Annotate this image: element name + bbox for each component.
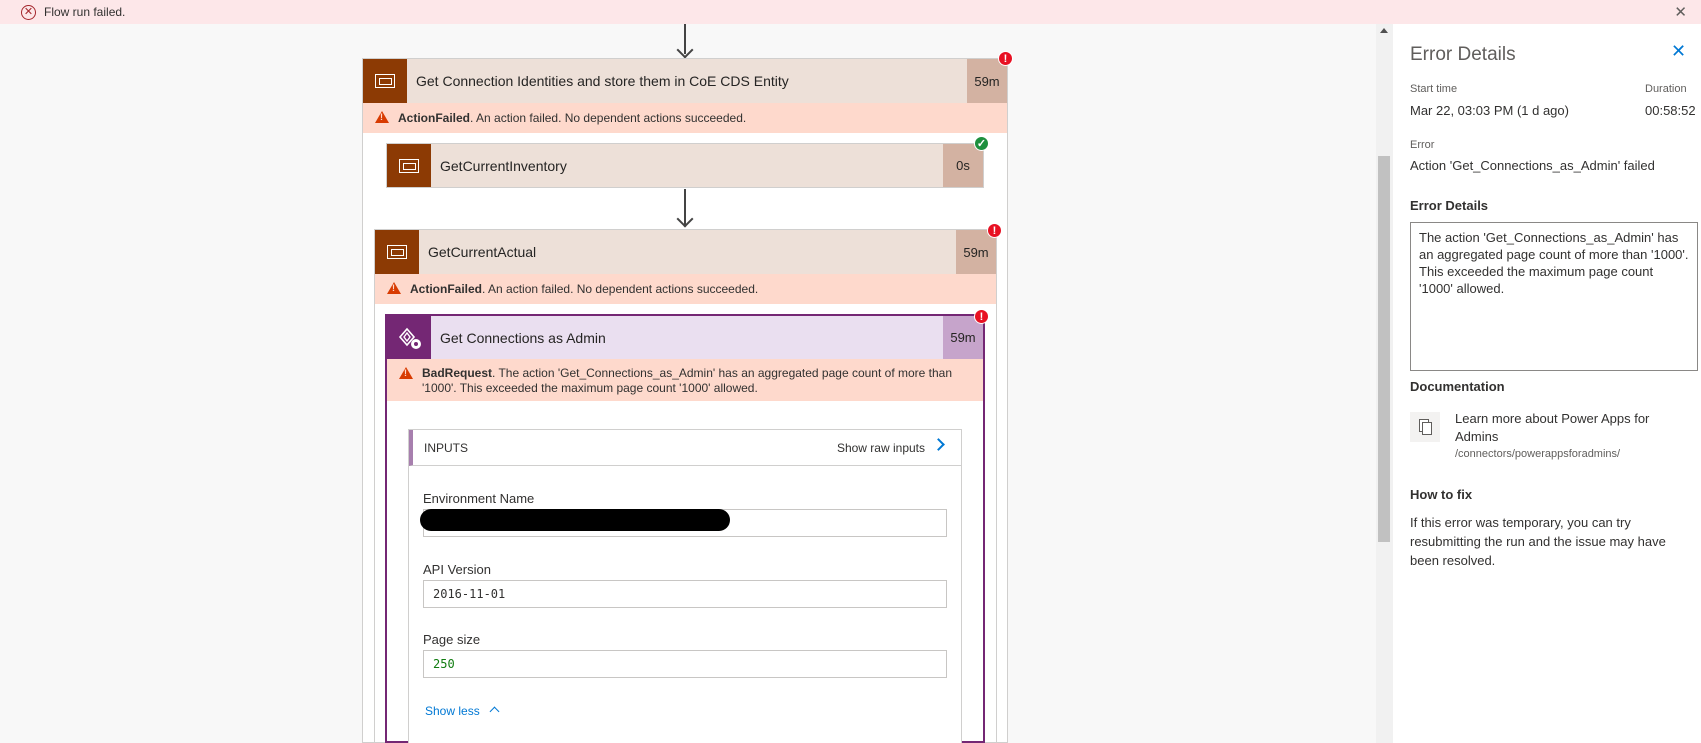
powerapps-admin-icon: [387, 316, 431, 359]
show-less-link[interactable]: Show less: [425, 704, 500, 718]
page-size-field[interactable]: 250: [423, 650, 947, 678]
doc-link-line2: Admins: [1455, 429, 1499, 444]
inputs-header: INPUTS Show raw inputs: [409, 430, 961, 466]
duration-value: 00:58:52: [1645, 103, 1696, 118]
action-title: GetCurrentInventory: [440, 158, 567, 174]
scope-header[interactable]: Get Connection Identities and store them…: [363, 59, 1007, 103]
action-get-current-inventory[interactable]: GetCurrentInventory 0s: [386, 143, 984, 188]
api-version-field[interactable]: 2016-11-01: [423, 580, 947, 608]
show-raw-inputs-link[interactable]: Show raw inputs: [837, 441, 925, 455]
error-value: Action 'Get_Connections_as_Admin' failed: [1410, 158, 1655, 173]
action-title: Get Connections as Admin: [440, 330, 606, 346]
documentation-heading: Documentation: [1410, 379, 1505, 394]
error-message-line2: '1000'. This exceeded the maximum page c…: [422, 381, 758, 395]
doc-link-line1: Learn more about Power Apps for: [1455, 411, 1650, 426]
warning-icon: [375, 111, 389, 123]
canvas-scrollbar[interactable]: [1376, 24, 1393, 743]
action-error-bar: BadRequest. The action 'Get_Connections_…: [387, 359, 983, 401]
error-circle-icon: ✕: [21, 4, 36, 20]
error-message: . An action failed. No dependent actions…: [470, 111, 747, 125]
panel-close-icon[interactable]: ✕: [1671, 41, 1686, 62]
error-badge-icon: !: [998, 51, 1013, 66]
error-details-panel: Error Details ✕ Start time Duration Mar …: [1393, 24, 1701, 743]
scope-duration: 59m: [967, 59, 1007, 103]
inputs-label: INPUTS: [424, 441, 469, 455]
show-less-label: Show less: [425, 704, 480, 718]
how-to-fix-heading: How to fix: [1410, 487, 1473, 502]
error-type: ActionFailed: [398, 111, 471, 125]
banner-message: Flow run failed.: [44, 5, 126, 19]
error-type: ActionFailed: [410, 282, 483, 296]
action-header[interactable]: Get Connections as Admin 59m: [387, 316, 983, 359]
scroll-thumb[interactable]: [1378, 156, 1390, 542]
error-label: Error: [1410, 139, 1435, 151]
error-type: BadRequest: [422, 366, 493, 380]
error-details-textarea[interactable]: The action 'Get_Connections_as_Admin' ha…: [1410, 222, 1698, 371]
fix-line3: been resolved.: [1410, 553, 1496, 568]
chevron-up-icon: [489, 706, 500, 717]
scope-icon: [375, 230, 419, 274]
field-label-environment: Environment Name: [423, 491, 535, 506]
start-time-value: Mar 22, 03:03 PM (1 d ago): [1410, 103, 1569, 118]
banner-close-icon[interactable]: ✕: [1674, 3, 1687, 21]
error-banner: ✕ Flow run failed. ✕: [0, 0, 1701, 24]
inputs-section: INPUTS Show raw inputs Environment Name …: [408, 429, 962, 743]
error-badge-icon: !: [974, 309, 989, 324]
field-label-api-version: API Version: [423, 562, 491, 577]
field-label-page-size: Page size: [423, 632, 481, 647]
scope-title: Get Connection Identities and store them…: [416, 73, 789, 89]
success-check-icon: ✓: [974, 136, 989, 151]
scroll-up-icon[interactable]: [1380, 28, 1388, 33]
how-to-fix-text: If this error was temporary, you can try…: [1410, 513, 1666, 570]
error-badge-icon: !: [987, 223, 1002, 238]
error-message: . An action failed. No dependent actions…: [482, 282, 759, 296]
start-time-label: Start time: [1410, 83, 1458, 95]
scope-icon: [387, 144, 431, 187]
scope-header[interactable]: GetCurrentActual 59m: [375, 230, 996, 274]
panel-title: Error Details: [1410, 44, 1516, 65]
warning-icon: [399, 367, 413, 379]
redaction-mark: [420, 509, 730, 531]
scope-error-bar: ActionFailed. An action failed. No depen…: [375, 274, 996, 304]
document-icon: [1410, 412, 1440, 442]
error-message-line1: . The action 'Get_Connections_as_Admin' …: [492, 366, 953, 380]
doc-link[interactable]: Learn more about Power Apps for Admins: [1455, 410, 1649, 446]
error-details-heading: Error Details: [1410, 198, 1489, 213]
action-duration: 0s: [943, 144, 983, 187]
action-card-get-connections-as-admin: Get Connections as Admin 59m BadRequest.…: [385, 314, 985, 743]
fix-line2: resubmitting the run and the issue may h…: [1410, 534, 1666, 549]
scope-error-bar: ActionFailed. An action failed. No depen…: [363, 103, 1007, 133]
scope-icon: [363, 59, 407, 103]
doc-path: /connectors/powerappsforadmins/: [1455, 448, 1621, 460]
warning-icon: [387, 282, 401, 294]
chevron-right-icon[interactable]: [932, 438, 945, 451]
fix-line1: If this error was temporary, you can try: [1410, 515, 1631, 530]
scope-title: GetCurrentActual: [428, 244, 537, 260]
duration-label: Duration: [1645, 83, 1687, 95]
